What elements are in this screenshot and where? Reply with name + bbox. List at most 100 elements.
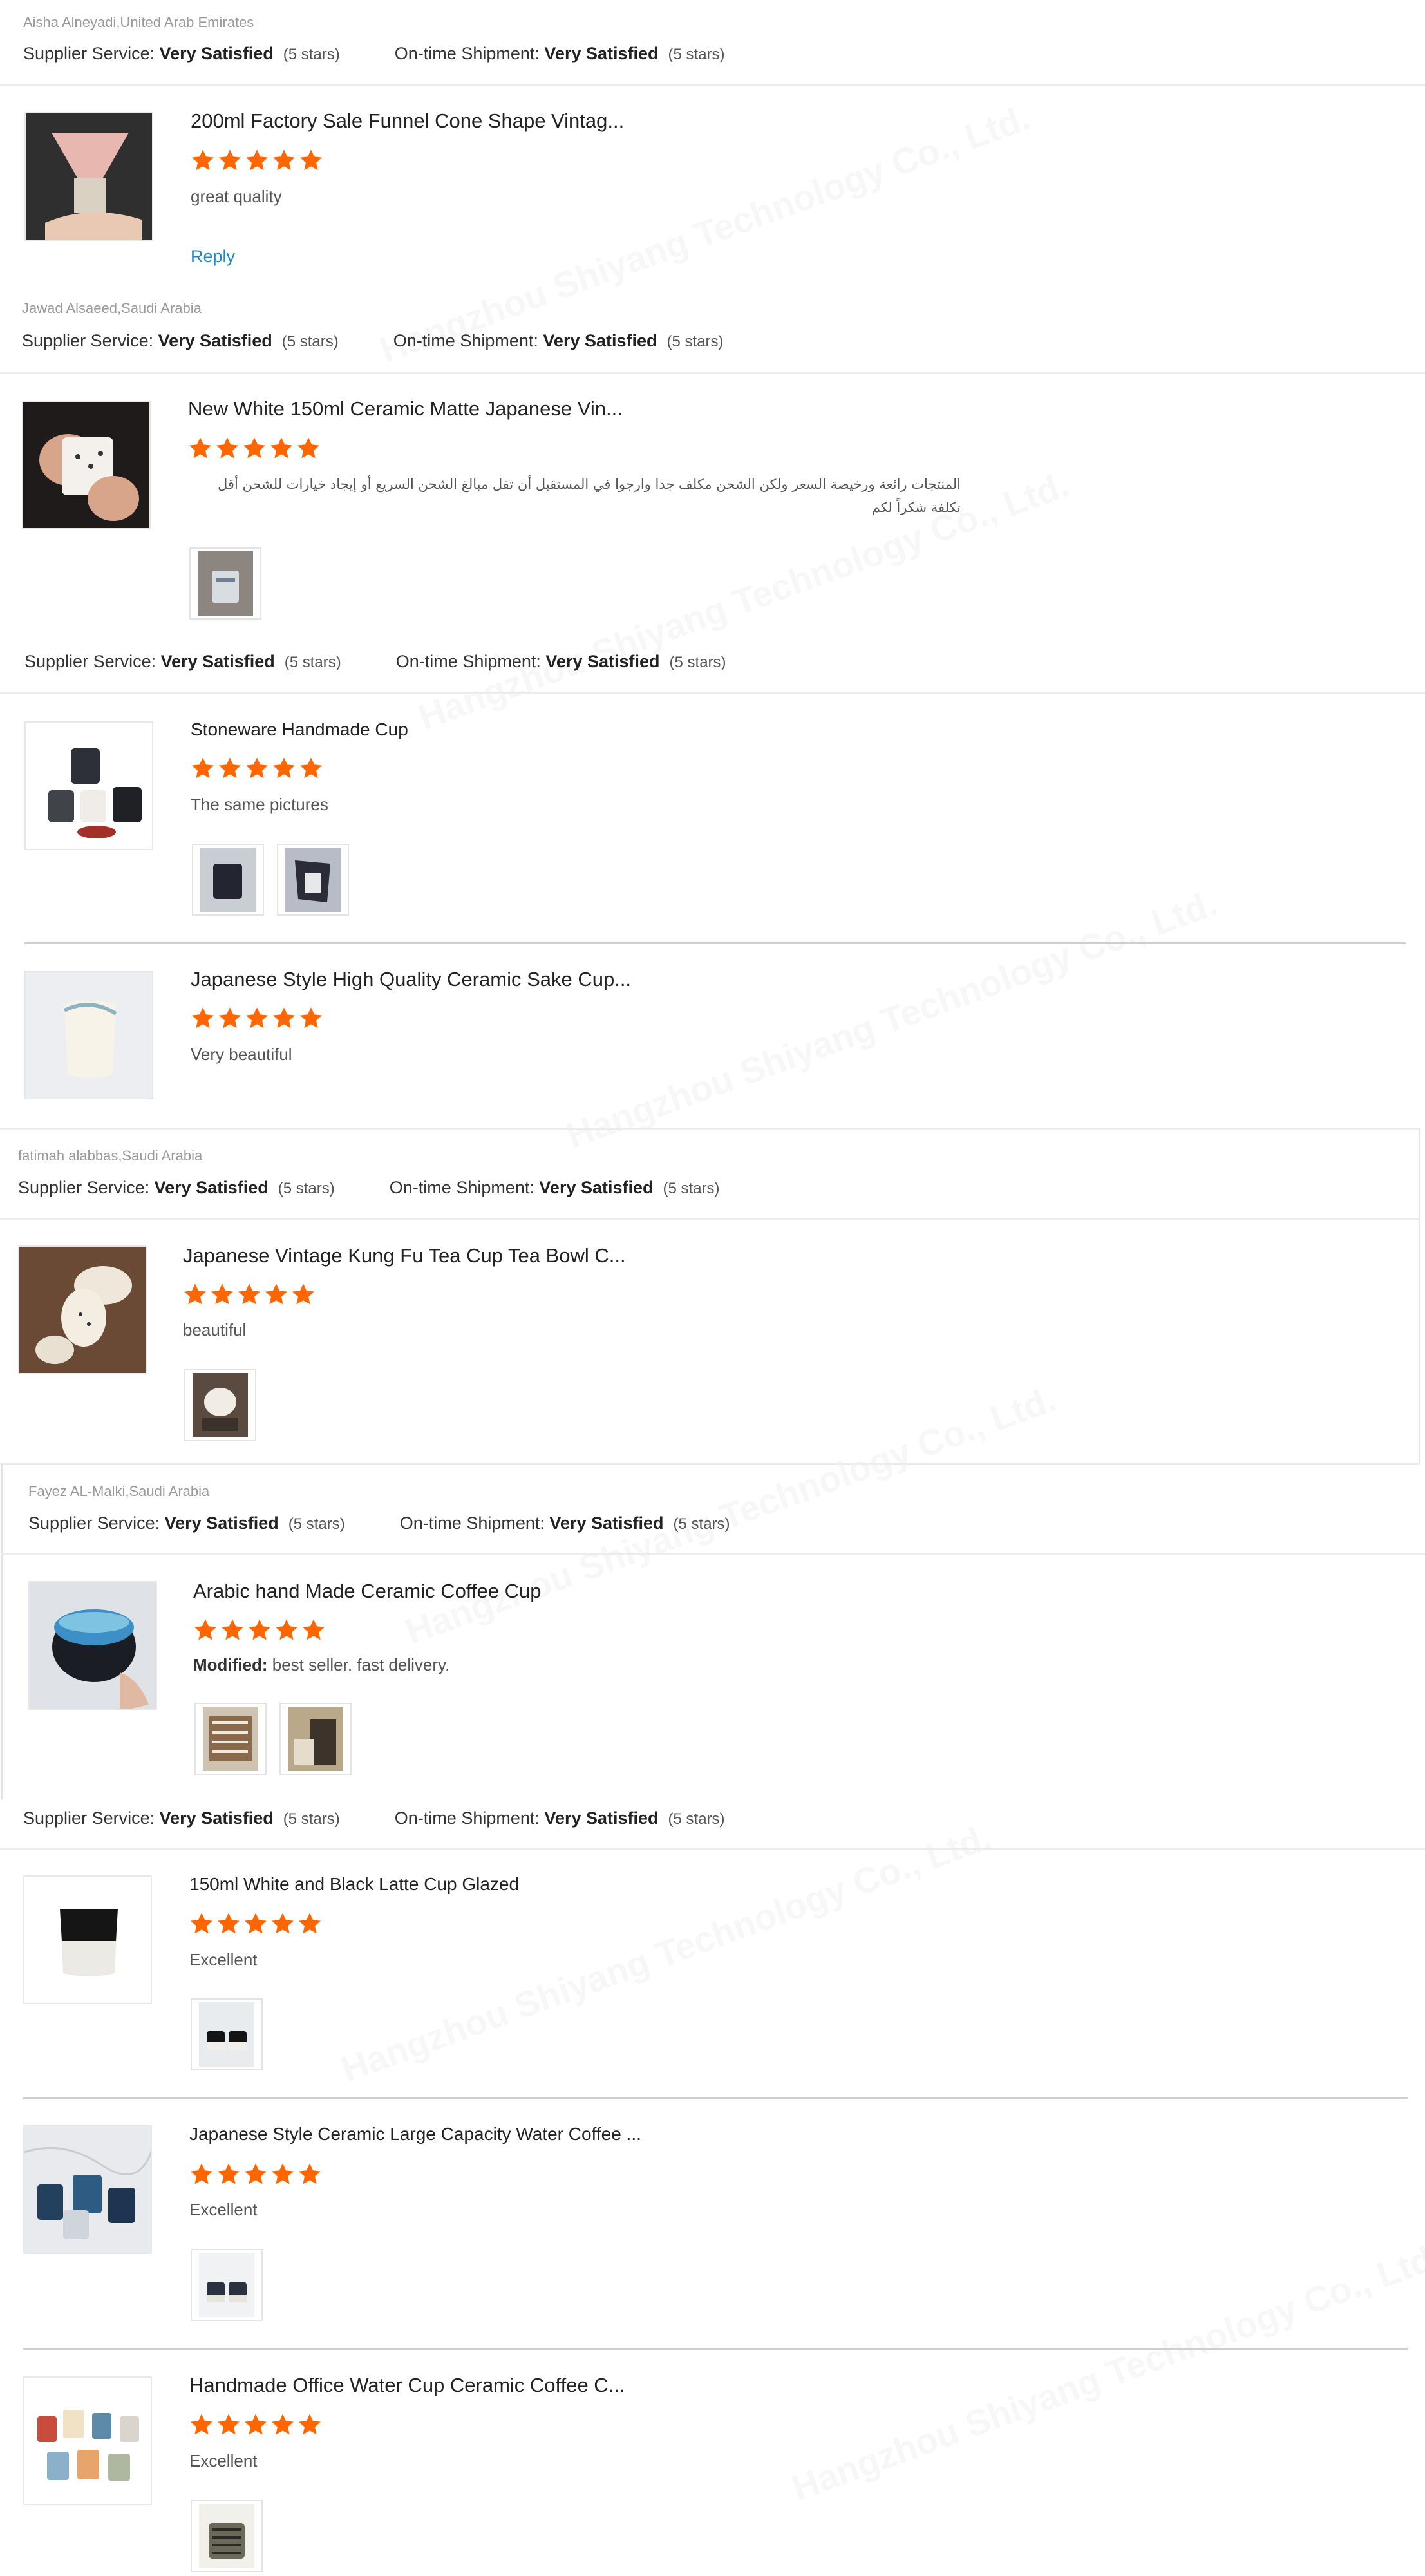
product-title[interactable]: 200ml Factory Sale Funnel Cone Shape Vin…	[191, 109, 624, 133]
review-comment: المنتجات رائعة ورخيصة السعر ولكن الشحن م…	[218, 477, 961, 515]
review-photo[interactable]	[191, 1998, 263, 2070]
product-thumbnail[interactable]	[24, 112, 153, 241]
reviewer-name: Fayez AL-Malki,Saudi Arabia	[28, 1483, 210, 1499]
sake-cup-photo-icon	[26, 972, 152, 1098]
review-photo[interactable]	[277, 844, 349, 916]
review-photo-image	[203, 1707, 258, 1771]
product-thumbnail[interactable]	[24, 721, 153, 850]
review-photo[interactable]	[192, 844, 264, 916]
star-icon	[219, 1007, 241, 1028]
ontime-shipment-value: Very Satisfied	[549, 1513, 664, 1533]
star-icon	[300, 1007, 322, 1028]
white-cup-photo-icon	[23, 402, 149, 528]
star-icon	[243, 437, 265, 459]
star-icon	[249, 1619, 270, 1640]
review-star-rating	[191, 1006, 323, 1030]
review-photo[interactable]	[184, 1369, 256, 1441]
product-title[interactable]: Japanese Style Ceramic Large Capacity Wa…	[189, 2124, 641, 2145]
review-photo-image	[199, 2504, 254, 2568]
star-icon	[246, 1007, 268, 1028]
ontime-shipment-stars: (5 stars)	[669, 654, 726, 671]
star-icon	[184, 1283, 206, 1305]
seller-rating-row: Supplier Service: Very Satisfied (5 star…	[28, 1513, 730, 1533]
supplier-service-value: Very Satisfied	[164, 1513, 279, 1533]
ontime-shipment-label: On-time Shipment:	[389, 1178, 534, 1197]
stoneware-cups-photo-icon	[26, 723, 152, 849]
star-icon	[211, 1283, 233, 1305]
supplier-service-label: Supplier Service:	[23, 1808, 155, 1828]
star-icon	[272, 1913, 294, 1934]
ontime-shipment-stars: (5 stars)	[668, 46, 725, 63]
product-thumbnail[interactable]	[18, 1245, 147, 1374]
supplier-service-stars: (5 stars)	[288, 1515, 345, 1533]
ontime-shipment-stars: (5 stars)	[666, 333, 724, 350]
product-title[interactable]: Arabic hand Made Ceramic Coffee Cup	[193, 1580, 542, 1603]
supplier-service-value: Very Satisfied	[160, 652, 275, 671]
review-photo-image	[193, 1373, 248, 1437]
star-icon	[270, 437, 292, 459]
review-photo-image	[199, 2002, 254, 2067]
review-photo[interactable]	[191, 2249, 263, 2321]
product-title[interactable]: Japanese Style High Quality Ceramic Sake…	[191, 968, 631, 991]
star-icon	[194, 1619, 216, 1640]
ontime-shipment-label: On-time Shipment:	[399, 1513, 545, 1533]
review-star-rating	[191, 756, 323, 781]
star-icon	[191, 2163, 212, 2184]
review-comment: Very beautiful	[191, 1045, 292, 1064]
watermark: Hangzhou Shiyang Technology Co., Ltd.	[335, 1815, 997, 2090]
star-icon	[191, 2414, 212, 2435]
product-title[interactable]: Stoneware Handmade Cup	[191, 719, 408, 740]
review-star-rating	[193, 1618, 326, 1642]
product-title[interactable]: Handmade Office Water Cup Ceramic Coffee…	[189, 2374, 625, 2397]
seller-rating-row: Supplier Service: Very Satisfied (5 star…	[23, 1808, 725, 1828]
review-photo[interactable]	[191, 2500, 263, 2572]
review-star-rating	[189, 2412, 322, 2437]
supplier-service-stars: (5 stars)	[284, 654, 341, 671]
review-photo-image	[198, 551, 253, 616]
star-icon	[273, 149, 295, 171]
star-icon	[222, 1619, 243, 1640]
star-icon	[299, 1913, 321, 1934]
supplier-service-label: Supplier Service:	[23, 44, 155, 63]
seller-rating-row: Supplier Service: Very Satisfied (5 star…	[24, 652, 726, 672]
review-comment: Excellent	[189, 2451, 258, 2470]
star-icon	[272, 2414, 294, 2435]
review-comment: beautiful	[183, 1320, 247, 1340]
reviewer-name: Jawad Alsaeed,Saudi Arabia	[22, 300, 202, 316]
review-star-rating	[183, 1282, 316, 1307]
star-icon	[191, 1913, 212, 1934]
product-thumbnail[interactable]	[23, 2125, 152, 2254]
supplier-service-value: Very Satisfied	[158, 331, 272, 350]
star-icon	[272, 2163, 294, 2184]
watermark: Hangzhou Shiyang Technology Co., Ltd.	[786, 2234, 1425, 2509]
star-icon	[297, 437, 319, 459]
ontime-shipment-value: Very Satisfied	[544, 44, 659, 63]
star-icon	[219, 149, 241, 171]
blue-cups-marble-photo-icon	[24, 2126, 151, 2253]
star-icon	[246, 149, 268, 171]
review-photo-image	[288, 1707, 343, 1771]
product-thumbnail[interactable]	[24, 971, 153, 1099]
product-thumbnail[interactable]	[28, 1581, 157, 1710]
blue-glaze-coffee-cup-photo-icon	[30, 1582, 156, 1709]
product-thumbnail[interactable]	[23, 1875, 152, 2004]
seller-rating-row: Supplier Service: Very Satisfied (5 star…	[22, 331, 724, 351]
product-title[interactable]: New White 150ml Ceramic Matte Japanese V…	[188, 397, 623, 421]
product-thumbnail[interactable]	[22, 401, 151, 529]
review-photo-image	[285, 848, 341, 912]
star-icon	[292, 1283, 314, 1305]
ontime-shipment-label: On-time Shipment:	[395, 652, 541, 671]
ontime-shipment-value: Very Satisfied	[543, 331, 657, 350]
supplier-service-label: Supplier Service:	[22, 331, 154, 350]
star-icon	[218, 2163, 240, 2184]
review-photo[interactable]	[279, 1703, 352, 1775]
review-comment: The same pictures	[191, 795, 328, 814]
product-title[interactable]: 150ml White and Black Latte Cup Glazed	[189, 1874, 519, 1895]
reply-link[interactable]: Reply	[191, 247, 235, 267]
review-photo[interactable]	[194, 1703, 267, 1775]
product-title[interactable]: Japanese Vintage Kung Fu Tea Cup Tea Bow…	[183, 1244, 626, 1267]
review-comment: Excellent	[189, 1950, 258, 1969]
product-thumbnail[interactable]	[23, 2376, 152, 2505]
review-photo[interactable]	[189, 547, 261, 620]
star-icon	[245, 2414, 267, 2435]
